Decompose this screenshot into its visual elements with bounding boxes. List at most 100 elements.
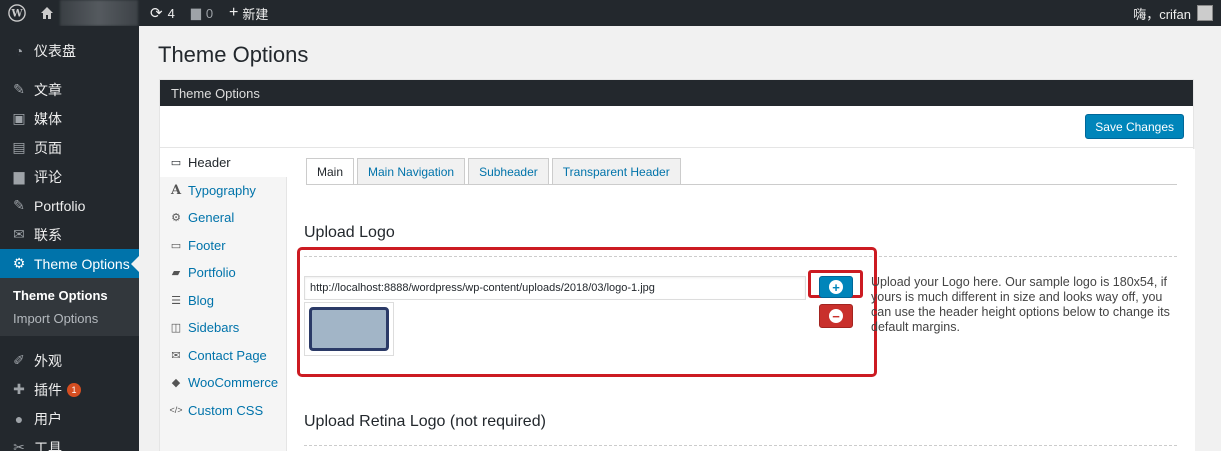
sidebar-item-theme-options[interactable]: ⚙ Theme Options <box>0 249 139 278</box>
tab-transparent-header[interactable]: Transparent Header <box>551 158 681 184</box>
submenu-theme-options[interactable]: Theme Options <box>0 284 139 307</box>
logo-url-input[interactable] <box>304 276 806 300</box>
gear-icon: ⚙ <box>171 212 181 225</box>
section-label: Blog <box>188 292 215 308</box>
tab-main[interactable]: Main <box>306 158 355 185</box>
tools-icon: ✂ <box>13 439 25 451</box>
save-changes-button[interactable]: Save Changes <box>1085 114 1184 139</box>
section-sidebars[interactable]: ◫ Sidebars <box>160 314 286 342</box>
site-name-blurred[interactable] <box>60 0 138 26</box>
section-label: Header <box>188 155 231 171</box>
wordpress-logo-icon[interactable]: W <box>0 0 34 26</box>
subsection-tabs: Main Main Navigation Subheader Transpare… <box>306 158 681 185</box>
sidebar-item-pages[interactable]: ▤ 页面 <box>0 133 139 162</box>
admin-sidebar: ◔ 仪表盘 ✎ 文章 ▣ 媒体 ▤ 页面 ▆ 评论 ✎ Portfolio ✉ … <box>0 26 139 451</box>
sidebar-item-contact[interactable]: ✉ 联系 <box>0 220 139 249</box>
plus-circle-icon: + <box>829 280 843 294</box>
mail-icon: ✉ <box>13 226 25 242</box>
new-content-button[interactable]: + 新建 <box>221 0 276 26</box>
comments-button[interactable]: ▆ 0 <box>183 0 221 26</box>
add-logo-button[interactable]: + <box>819 276 853 298</box>
section-label: WooCommerce <box>188 375 279 391</box>
section-custom-css[interactable]: </> Custom CSS <box>160 397 286 425</box>
sidebar-item-portfolio[interactable]: ✎ Portfolio <box>0 191 139 220</box>
mail-icon: ✉ <box>171 349 181 362</box>
dashboard-icon: ◔ <box>14 42 24 59</box>
sidebar-item-comments[interactable]: ▆ 评论 <box>0 162 139 191</box>
submenu-import-options[interactable]: Import Options <box>0 307 139 330</box>
sidebar-item-label: 工具 <box>34 439 62 451</box>
remove-logo-button[interactable]: − <box>819 304 853 328</box>
tab-subheader[interactable]: Subheader <box>468 158 549 184</box>
section-divider <box>304 445 1177 446</box>
sidebar-item-plugins[interactable]: ✚ 插件 1 <box>0 375 139 404</box>
options-content: Main Main Navigation Subheader Transpare… <box>286 149 1195 451</box>
section-label: Contact Page <box>188 347 267 363</box>
gear-icon: ⚙ <box>12 255 26 271</box>
refresh-icon: ⟳ <box>150 5 163 22</box>
media-icon: ▣ <box>12 110 26 126</box>
sidebar-item-label: Portfolio <box>34 197 86 214</box>
sidebar-item-media[interactable]: ▣ 媒体 <box>0 104 139 133</box>
section-label: Portfolio <box>188 265 236 281</box>
section-portfolio[interactable]: ▰ Portfolio <box>160 259 286 287</box>
panel-toolbar: Save Changes <box>160 106 1193 148</box>
updates-button[interactable]: ⟳ 4 <box>142 0 183 26</box>
section-label: Footer <box>188 237 226 253</box>
tag-icon: ◆ <box>171 377 181 390</box>
home-icon[interactable] <box>34 0 60 26</box>
sidebar-item-label: 联系 <box>34 226 62 243</box>
sidebar-item-label: 文章 <box>34 81 62 98</box>
sidebar-item-label: 外观 <box>34 352 62 369</box>
updates-count: 4 <box>167 5 175 21</box>
pin-icon: ✎ <box>13 81 25 97</box>
upload-retina-heading: Upload Retina Logo (not required) <box>304 413 546 430</box>
comment-icon: ▆ <box>13 168 25 184</box>
typography-icon: A <box>170 182 182 198</box>
section-footer[interactable]: ▭ Footer <box>160 232 286 260</box>
sidebar-item-label: 媒体 <box>34 110 62 127</box>
sidebar-item-dashboard[interactable]: ◔ 仪表盘 <box>0 36 139 65</box>
greeting: 嗨，crifan <box>1133 6 1191 22</box>
avatar <box>1197 5 1213 21</box>
admin-bar: W ⟳ 4 ▆ 0 + 新建 嗨，crifan <box>0 0 1221 26</box>
section-typography[interactable]: A Typography <box>160 177 286 205</box>
section-header[interactable]: ▭ Header <box>160 149 287 177</box>
upload-logo-heading: Upload Logo <box>304 224 395 241</box>
section-label: Custom CSS <box>188 402 264 418</box>
section-label: Typography <box>188 182 256 198</box>
sidebar-item-label: 用户 <box>34 410 62 427</box>
sidebar-item-tools[interactable]: ✂ 工具 <box>0 433 139 451</box>
sidebar-item-users[interactable]: ● 用户 <box>0 404 139 433</box>
panel-header: Theme Options <box>160 80 1193 106</box>
sidebar-item-label: Theme Options <box>34 255 130 272</box>
briefcase-icon: ▰ <box>171 267 181 280</box>
sidebar-item-posts[interactable]: ✎ 文章 <box>0 75 139 104</box>
sidebar-item-label: 插件 <box>34 381 62 398</box>
comments-count: 0 <box>205 5 214 21</box>
sidebar-item-appearance[interactable]: ✐ 外观 <box>0 346 139 375</box>
svg-text:W: W <box>10 9 23 20</box>
monitor-icon: ▭ <box>170 157 182 170</box>
theme-options-panel: Theme Options Save Changes ▭ Header A Ty… <box>159 79 1195 451</box>
user-icon: ● <box>14 410 24 427</box>
tab-main-navigation[interactable]: Main Navigation <box>357 158 466 184</box>
section-contact-page[interactable]: ✉ Contact Page <box>160 342 286 370</box>
upload-logo-description: Upload your Logo here. Our sample logo i… <box>871 275 1170 334</box>
section-blog[interactable]: ☰ Blog <box>160 287 286 315</box>
section-general[interactable]: ⚙ General <box>160 204 286 232</box>
section-label: Sidebars <box>188 320 240 336</box>
plugin-icon: ✚ <box>13 381 25 397</box>
minus-circle-icon: − <box>829 309 843 323</box>
comment-icon: ▆ <box>190 5 201 20</box>
sidebar-item-label: 仪表盘 <box>34 42 76 59</box>
page-icon: ▤ <box>12 139 26 155</box>
logo-preview <box>304 302 394 356</box>
account-menu[interactable]: 嗨，crifan <box>1133 4 1221 23</box>
section-woocommerce[interactable]: ◆ WooCommerce <box>160 369 286 397</box>
list-icon: ☰ <box>171 294 181 307</box>
tabs-divider <box>306 184 1177 185</box>
theme-options-submenu: Theme Options Import Options <box>0 278 139 336</box>
section-label: General <box>188 210 235 226</box>
logo-preview-image <box>309 307 389 351</box>
